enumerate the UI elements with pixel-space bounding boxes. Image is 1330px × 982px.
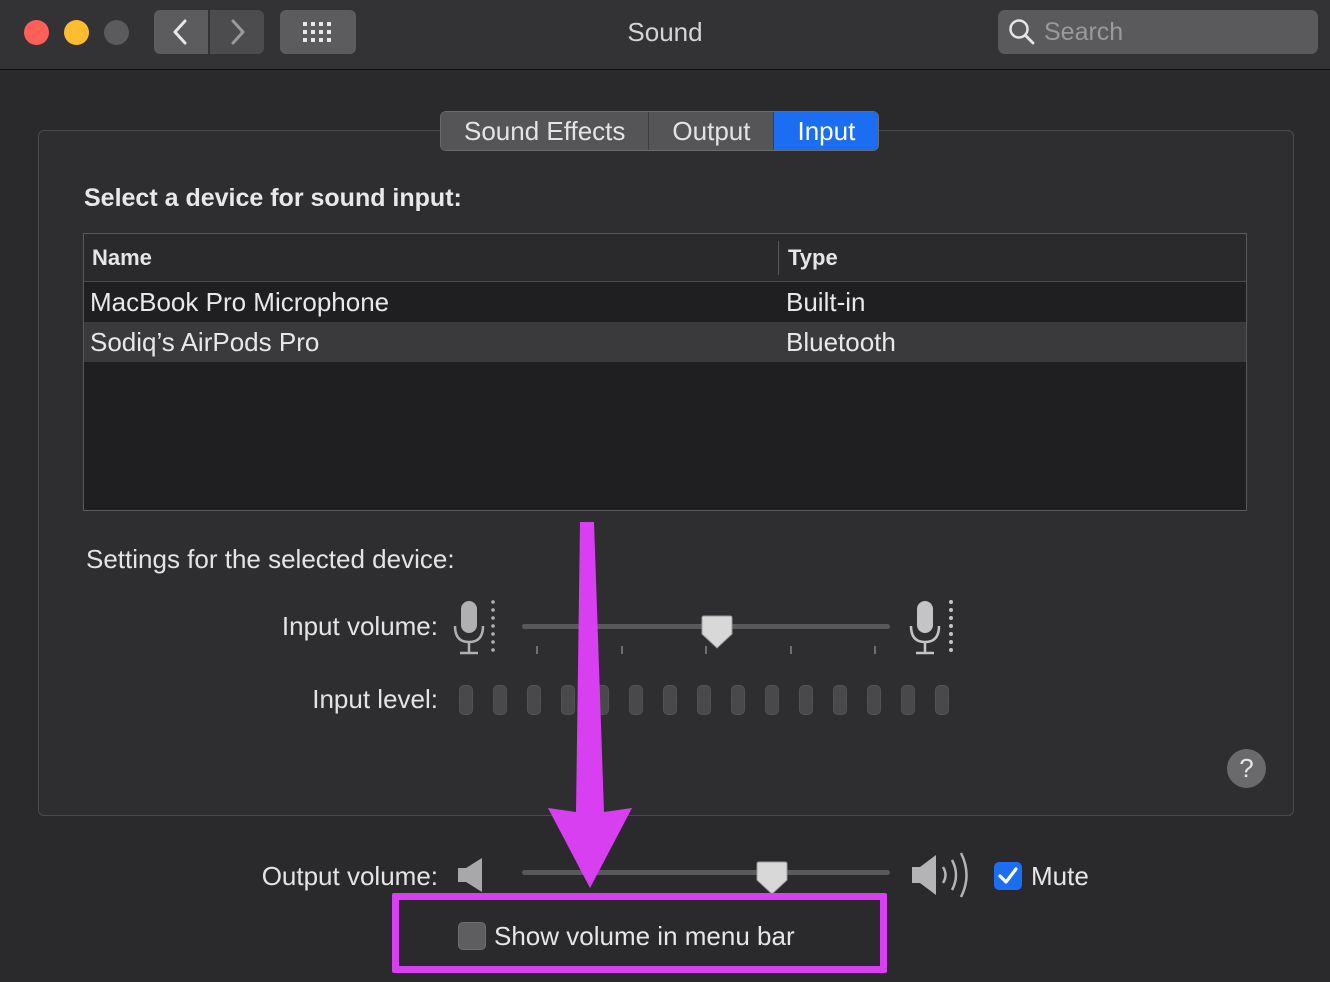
level-segment: [459, 685, 473, 715]
mute-checkbox[interactable]: [994, 862, 1022, 890]
tab-sound-effects[interactable]: Sound Effects: [441, 112, 650, 150]
column-header-name[interactable]: Name: [84, 240, 779, 275]
input-level-label: Input level:: [312, 684, 438, 714]
tab-input[interactable]: Input: [774, 112, 879, 150]
level-segment: [561, 685, 575, 715]
level-segment: [663, 685, 677, 715]
output-volume-slider-thumb[interactable]: [755, 860, 789, 896]
input-volume-label: Input volume:: [281, 611, 438, 641]
tab-output[interactable]: Output: [649, 112, 775, 150]
device-name: Sodiq’s AirPods Pro: [90, 326, 320, 357]
mute-label[interactable]: Mute: [1031, 861, 1089, 892]
output-volume-label: Output volume:: [261, 861, 438, 891]
search-input[interactable]: [1044, 17, 1304, 47]
settings-heading: Settings for the selected device:: [86, 544, 455, 574]
input-volume-slider-thumb[interactable]: [700, 614, 734, 650]
slider-tick: [536, 646, 538, 654]
level-segment: [765, 685, 779, 715]
help-button[interactable]: ?: [1227, 749, 1266, 788]
tab-bar: Sound Effects Output Input: [440, 111, 880, 151]
device-list-heading: Select a device for sound input:: [84, 184, 462, 212]
search-icon: [1009, 19, 1035, 45]
level-segment: [629, 685, 643, 715]
column-header-type[interactable]: Type: [779, 245, 838, 271]
level-segment: [595, 685, 609, 715]
level-segment: [799, 685, 813, 715]
title-bar: Sound: [0, 0, 1330, 70]
device-type: Bluetooth: [786, 326, 896, 357]
output-volume-slider[interactable]: [522, 870, 890, 875]
device-table[interactable]: Name Type MacBook Pro Microphone Built-i…: [83, 233, 1247, 511]
table-header: Name Type: [84, 234, 1246, 282]
microphone-low-icon: [453, 600, 495, 655]
microphone-high-icon: [909, 600, 953, 655]
speaker-low-icon: [458, 858, 482, 892]
level-segment: [867, 685, 881, 715]
search-field[interactable]: [998, 10, 1318, 54]
level-segment: [901, 685, 915, 715]
checkmark-icon: [998, 867, 1018, 884]
slider-tick: [790, 646, 792, 654]
speaker-high-icon: [912, 852, 968, 898]
table-row[interactable]: MacBook Pro Microphone Built-in: [84, 282, 1246, 322]
level-segment: [731, 685, 745, 715]
annotation-highlight-box: [392, 893, 887, 973]
device-name: MacBook Pro Microphone: [90, 286, 390, 317]
slider-tick: [621, 646, 623, 654]
level-segment: [527, 685, 541, 715]
level-segment: [493, 685, 507, 715]
slider-tick: [874, 646, 876, 654]
level-segment: [697, 685, 711, 715]
table-row-selected[interactable]: Sodiq’s AirPods Pro Bluetooth: [84, 322, 1246, 362]
level-segment: [833, 685, 847, 715]
device-type: Built-in: [786, 286, 866, 317]
level-segment: [935, 685, 949, 715]
